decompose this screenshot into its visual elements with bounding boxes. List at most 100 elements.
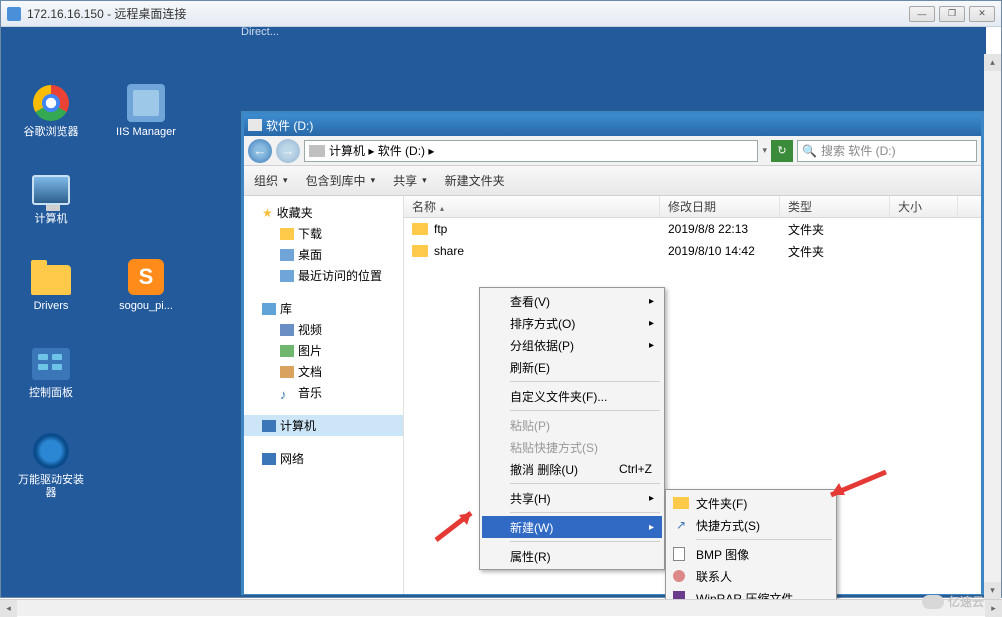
back-button[interactable]: ← xyxy=(248,139,272,163)
scroll-right-button[interactable]: ▸ xyxy=(985,600,1002,617)
nav-network[interactable]: 网络 xyxy=(244,448,403,469)
ctx-customize[interactable]: 自定义文件夹(F)... xyxy=(482,385,662,407)
network-icon xyxy=(262,453,276,465)
icon-label: sogou_pi... xyxy=(111,300,181,313)
forward-button[interactable]: → xyxy=(276,139,300,163)
gear-icon xyxy=(33,433,69,469)
explorer-title: 软件 (D:) xyxy=(266,117,313,134)
rdc-window: 172.16.16.150 - 远程桌面连接 — ❐ ✕ Direct... 谷… xyxy=(0,0,1002,598)
search-input[interactable]: 🔍 搜索 软件 (D:) xyxy=(797,140,977,162)
ctx-share[interactable]: 共享(H)▸ xyxy=(482,487,662,509)
col-date[interactable]: 修改日期 xyxy=(660,196,780,217)
close-button[interactable]: ✕ xyxy=(969,6,995,22)
desktop-icon-sogou[interactable]: Ssogou_pi... xyxy=(111,256,181,313)
shortcut-label: Ctrl+Z xyxy=(619,462,652,476)
desktop-icon-computer[interactable]: 计算机 xyxy=(16,169,86,226)
include-library-button[interactable]: 包含到库中 xyxy=(306,172,376,189)
file-row-share[interactable]: share 2019/8/10 14:42 文件夹 xyxy=(404,240,981,262)
ctx-new-winrar[interactable]: WinRAR 压缩文件 xyxy=(668,587,834,599)
nav-downloads[interactable]: 下载 xyxy=(244,223,403,244)
nav-library[interactable]: 库 xyxy=(244,298,403,319)
breadcrumb-box[interactable]: 计算机 ▸ 软件 (D:) ▸ xyxy=(304,140,758,162)
ctx-new-shortcut[interactable]: 快捷方式(S) xyxy=(668,514,834,536)
scroll-up-button[interactable]: ▴ xyxy=(984,54,1001,71)
new-folder-button[interactable]: 新建文件夹 xyxy=(445,172,505,189)
drive-icon xyxy=(248,119,262,131)
icon-label: Drivers xyxy=(16,300,86,313)
chevron-right-icon: ▸ xyxy=(649,340,654,351)
recent-icon xyxy=(280,270,294,282)
file-row-ftp[interactable]: ftp 2019/8/8 22:13 文件夹 xyxy=(404,218,981,240)
nav-pictures[interactable]: 图片 xyxy=(244,340,403,361)
explorer-titlebar[interactable]: 软件 (D:) xyxy=(244,114,981,136)
ctx-properties[interactable]: 属性(R) xyxy=(482,545,662,567)
scrollbar-vertical[interactable]: ▴ ▾ xyxy=(984,54,1001,599)
nav-videos[interactable]: 视频 xyxy=(244,319,403,340)
nav-favorites[interactable]: ★收藏夹 xyxy=(244,202,403,223)
picture-icon xyxy=(280,345,294,357)
desktop-icon-chrome[interactable]: 谷歌浏览器 xyxy=(16,82,86,139)
context-submenu-new[interactable]: 文件夹(F) 快捷方式(S) BMP 图像 联系人 WinRAR 压缩文件 RT… xyxy=(665,489,837,599)
col-type[interactable]: 类型 xyxy=(780,196,890,217)
organize-button[interactable]: 组织 xyxy=(254,172,288,189)
scroll-down-button[interactable]: ▾ xyxy=(984,582,1001,599)
refresh-button[interactable]: ↻ xyxy=(771,140,793,162)
ctx-new[interactable]: 新建(W)▸ xyxy=(482,516,662,538)
shortcut-icon xyxy=(673,517,689,533)
winrar-icon xyxy=(673,591,685,599)
icon-label: 计算机 xyxy=(16,213,86,226)
share-button[interactable]: 共享 xyxy=(393,172,427,189)
separator xyxy=(510,541,660,542)
nav-documents[interactable]: 文档 xyxy=(244,361,403,382)
search-placeholder: 搜索 软件 (D:) xyxy=(821,142,896,159)
context-menu[interactable]: 查看(V)▸ 排序方式(O)▸ 分组依据(P)▸ 刷新(E) 自定义文件夹(F)… xyxy=(479,287,665,570)
ctx-new-folder[interactable]: 文件夹(F) xyxy=(668,492,834,514)
scrollbar-horizontal[interactable]: ◂ ▸ xyxy=(0,599,1002,616)
rdc-body: Direct... 谷歌浏览器 IIS Manager 计算机 Drivers … xyxy=(1,27,1001,599)
chevron-right-icon: ▸ xyxy=(649,522,654,533)
ctx-sort[interactable]: 排序方式(O)▸ xyxy=(482,312,662,334)
desktop-icon-drivers[interactable]: Drivers xyxy=(16,256,86,313)
separator xyxy=(510,410,660,411)
desktop-icon xyxy=(280,249,294,261)
search-icon: 🔍 xyxy=(802,144,817,158)
separator xyxy=(510,512,660,513)
sogou-icon: S xyxy=(128,259,164,295)
drive-icon xyxy=(309,145,325,157)
rdc-title: 172.16.16.150 - 远程桌面连接 xyxy=(27,5,909,22)
scroll-left-button[interactable]: ◂ xyxy=(0,600,17,617)
folder-icon xyxy=(280,228,294,240)
icon-label: 万能驱动安装器 xyxy=(16,474,86,500)
computer-icon xyxy=(262,420,276,432)
icon-label: 谷歌浏览器 xyxy=(16,126,86,139)
desktop-icon-control[interactable]: 控制面板 xyxy=(16,343,86,400)
rdc-titlebar[interactable]: 172.16.16.150 - 远程桌面连接 — ❐ ✕ xyxy=(1,1,1001,27)
nav-recent[interactable]: 最近访问的位置 xyxy=(244,265,403,286)
bmp-icon xyxy=(673,547,685,561)
ctx-view[interactable]: 查看(V)▸ xyxy=(482,290,662,312)
document-icon xyxy=(280,366,294,378)
nav-pane[interactable]: ★收藏夹 下载 桌面 最近访问的位置 库 视频 图片 文档 ♪音乐 xyxy=(244,196,404,594)
ctx-refresh[interactable]: 刷新(E) xyxy=(482,356,662,378)
partial-text: Direct... xyxy=(241,27,279,38)
iis-icon xyxy=(127,84,165,122)
nav-desktop[interactable]: 桌面 xyxy=(244,244,403,265)
minimize-button[interactable]: — xyxy=(909,6,935,22)
remote-desktop[interactable]: Direct... 谷歌浏览器 IIS Manager 计算机 Drivers … xyxy=(1,27,986,597)
desktop-icon-iis[interactable]: IIS Manager xyxy=(111,82,181,139)
ctx-new-contact[interactable]: 联系人 xyxy=(668,565,834,587)
chevron-right-icon: ▸ xyxy=(649,493,654,504)
desktop-icon-universal-driver[interactable]: 万能驱动安装器 xyxy=(16,430,86,500)
contact-icon xyxy=(673,570,685,582)
nav-music[interactable]: ♪音乐 xyxy=(244,382,403,403)
col-size[interactable]: 大小 xyxy=(890,196,958,217)
nav-computer[interactable]: 计算机 xyxy=(244,415,403,436)
rdc-icon xyxy=(7,7,21,21)
maximize-button[interactable]: ❐ xyxy=(939,6,965,22)
ctx-paste-shortcut: 粘贴快捷方式(S) xyxy=(482,436,662,458)
address-bar: ← → 计算机 ▸ 软件 (D:) ▸ ▾ ↻ 🔍 搜索 软件 (D:) xyxy=(244,136,981,166)
ctx-undo[interactable]: 撤消 删除(U)Ctrl+Z xyxy=(482,458,662,480)
col-name[interactable]: 名称 xyxy=(404,196,660,217)
ctx-group[interactable]: 分组依据(P)▸ xyxy=(482,334,662,356)
ctx-new-bmp[interactable]: BMP 图像 xyxy=(668,543,834,565)
